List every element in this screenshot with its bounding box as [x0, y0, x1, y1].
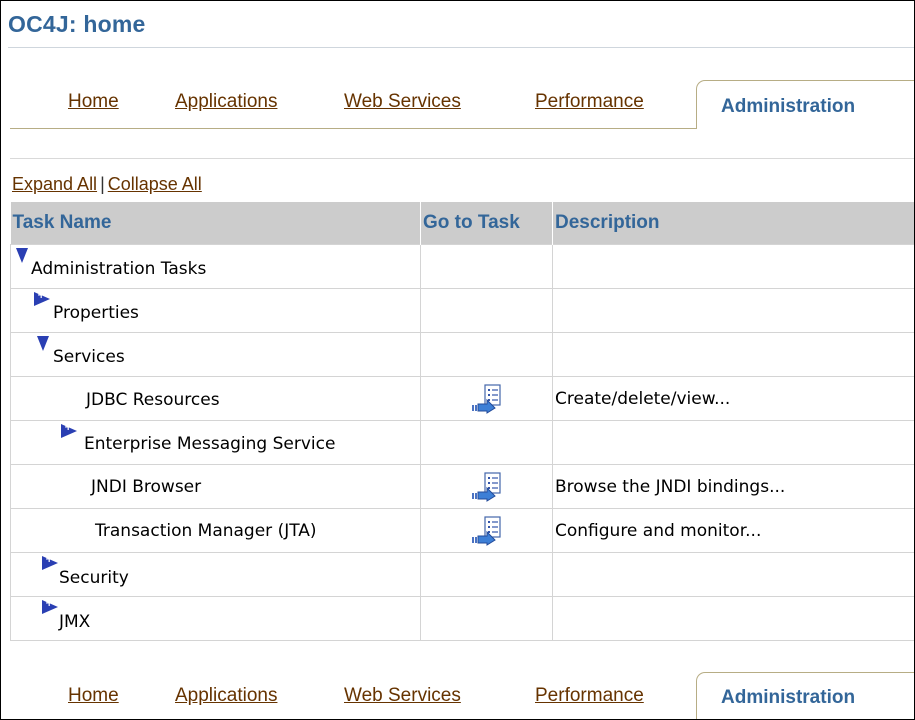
tab-administration-label: Administration [721, 96, 856, 117]
title-divider [8, 47, 914, 48]
task-name: JNDI Browser [91, 477, 202, 497]
go-to-task-cell [420, 376, 553, 421]
task-name: Enterprise Messaging Service [84, 434, 336, 454]
go-to-task-cell [420, 420, 553, 465]
go-to-task-cell [420, 288, 553, 333]
tab-home[interactable]: Home [68, 685, 119, 707]
tab-web-services[interactable]: Web Services [344, 685, 461, 707]
go-to-task-cell [420, 508, 553, 553]
task-description [552, 244, 914, 289]
task-table: Task Name Go to Task Description Adminis… [10, 202, 914, 641]
go-to-task-icon[interactable] [471, 471, 503, 502]
tab-bar-divider [10, 158, 914, 159]
triangle-right-plus-icon[interactable] [42, 598, 58, 614]
go-to-task-cell [420, 332, 553, 377]
page-title: OC4J: home [8, 11, 146, 37]
task-name: JDBC Resources [86, 390, 220, 410]
tab-applications[interactable]: Applications [175, 685, 277, 707]
tab-administration[interactable]: Administration [696, 80, 914, 129]
task-description [552, 288, 914, 333]
triangle-down-icon[interactable] [37, 336, 49, 351]
task-description [552, 596, 914, 641]
collapse-all-link[interactable]: Collapse All [108, 174, 202, 194]
task-description [552, 552, 914, 597]
tab-web-services[interactable]: Web Services [344, 91, 461, 113]
go-to-task-icon[interactable] [471, 383, 503, 414]
task-name: Services [53, 347, 125, 367]
tab-bar-top: Home Applications Web Services Performan… [1, 79, 914, 159]
table-header-row: Task Name Go to Task Description [10, 202, 914, 245]
triangle-right-plus-icon[interactable] [34, 290, 50, 306]
tab-administration-label: Administration [721, 687, 856, 708]
go-to-task-cell [420, 464, 553, 509]
tab-applications[interactable]: Applications [175, 91, 277, 113]
page-frame: OC4J: home Home Applications Web Service… [0, 0, 915, 720]
tab-bar-bottom: Home Applications Web Services Performan… [1, 671, 914, 719]
triangle-right-plus-icon[interactable] [42, 554, 58, 570]
expand-collapse-controls: Expand All | Collapse All [12, 174, 202, 195]
table-row: Security [10, 552, 914, 597]
go-to-task-cell [420, 552, 553, 597]
table-row: Properties [10, 288, 914, 333]
tab-performance[interactable]: Performance [535, 685, 644, 707]
table-row: JDBC Resources Create/delete/view... [10, 376, 914, 421]
go-to-task-icon[interactable] [471, 515, 503, 546]
table-row: Enterprise Messaging Service [10, 420, 914, 465]
task-description: Configure and monitor... [552, 508, 914, 553]
go-to-task-cell [420, 244, 553, 289]
table-row: JNDI Browser Browse the JNDI bindings... [10, 464, 914, 509]
task-description: Create/delete/view... [552, 376, 914, 421]
column-header-go-to-task: Go to Task [420, 202, 553, 245]
task-name: Security [59, 568, 129, 588]
expand-all-link[interactable]: Expand All [12, 174, 97, 194]
tab-home[interactable]: Home [68, 91, 119, 113]
triangle-right-plus-icon[interactable] [61, 422, 77, 438]
table-row: Administration Tasks [10, 244, 914, 289]
triangle-down-icon[interactable] [16, 248, 28, 263]
task-name: Transaction Manager (JTA) [95, 521, 317, 541]
task-name: Administration Tasks [31, 259, 207, 279]
tab-bar-baseline [10, 128, 696, 129]
task-description [552, 332, 914, 377]
column-header-task-name: Task Name [10, 202, 421, 245]
table-row: Services [10, 332, 914, 377]
task-description [552, 420, 914, 465]
column-header-description: Description [552, 202, 914, 245]
go-to-task-cell [420, 596, 553, 641]
task-name: Properties [53, 303, 139, 323]
task-name: JMX [59, 612, 91, 632]
tab-performance[interactable]: Performance [535, 91, 644, 113]
table-row: Transaction Manager (JTA) Configure and … [10, 508, 914, 553]
task-description: Browse the JNDI bindings... [552, 464, 914, 509]
link-separator: | [100, 174, 105, 194]
tab-administration[interactable]: Administration [696, 672, 914, 719]
table-row: JMX [10, 596, 914, 641]
